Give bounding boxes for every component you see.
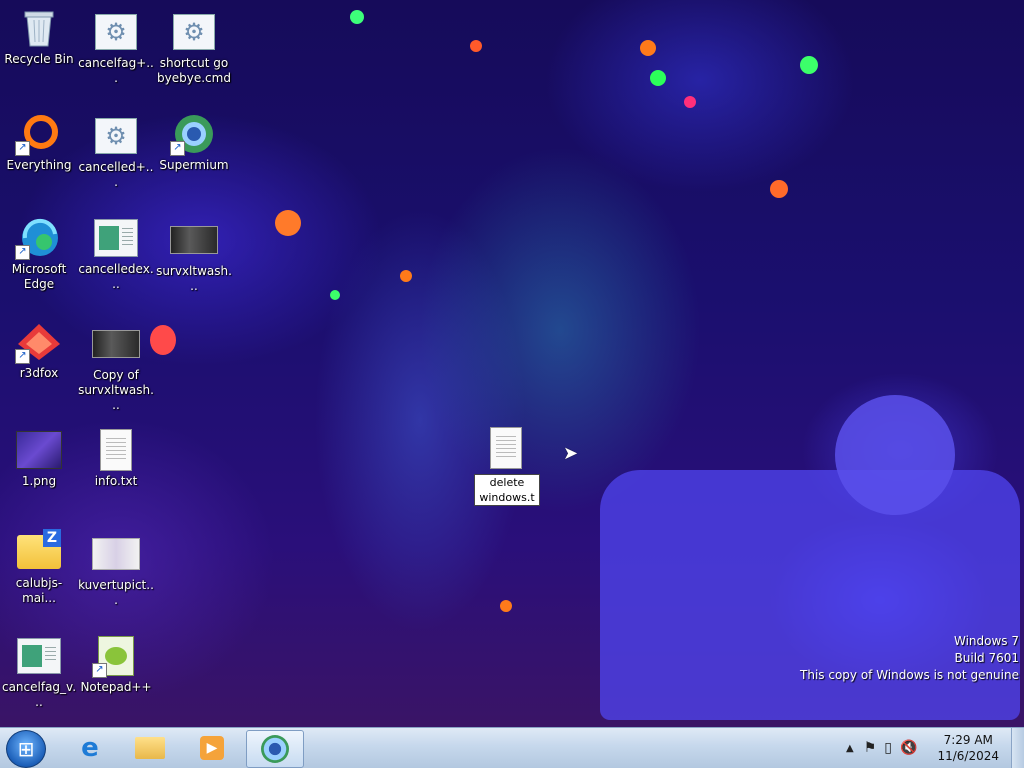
shortcut-arrow-icon: ↗ [15, 349, 30, 364]
windows-explorer-button[interactable] [122, 730, 178, 766]
show-desktop-button[interactable] [1011, 728, 1024, 768]
media-player-icon: ▶ [200, 736, 224, 760]
info-txt-label: info.txt [94, 474, 138, 488]
survxltwash-file[interactable]: survxltwash... [156, 218, 232, 294]
taskbar: ⊞ e ▶ ▲ ⚑ ▯ 🔇 7:29 AM 11/6/2024 [0, 727, 1024, 768]
clock[interactable]: 7:29 AM 11/6/2024 [937, 732, 999, 764]
shortcut-arrow-icon: ↗ [170, 141, 185, 156]
survxltwash-label: survxltwash... [156, 264, 232, 293]
wallpaper-dot [400, 270, 412, 282]
recycle-bin-label: Recycle Bin [4, 52, 74, 66]
gear-document-icon: ⚙ [92, 10, 140, 54]
image-thumbnail-icon [92, 322, 140, 366]
kuvertupict-file[interactable]: kuvertupict... [78, 532, 154, 608]
png-file-1-label: 1.png [21, 474, 57, 488]
wallpaper-dot [684, 96, 696, 108]
wallpaper-dot [650, 70, 666, 86]
cancelled-plus-label: cancelled+... [78, 160, 154, 189]
internet-explorer-icon: e [81, 733, 99, 763]
wallpaper-dot [500, 600, 512, 612]
text-file-icon [92, 428, 140, 472]
notepadpp-label: Notepad++ [80, 680, 152, 694]
gear-document-icon: ⚙ [170, 10, 218, 54]
system-tray: ▲ ⚑ ▯ 🔇 [846, 728, 917, 768]
gear-document-icon: ⚙ [92, 114, 140, 158]
r3dfox-icon: ↗ [15, 320, 63, 364]
shortcut-arrow-icon: ↗ [92, 663, 107, 678]
calubjs-label: calubjs-mai... [15, 576, 63, 605]
wallpaper-dot [770, 180, 788, 198]
clock-date: 11/6/2024 [937, 749, 999, 763]
image-thumbnail-icon [15, 428, 63, 472]
r3dfox-label: r3dfox [19, 366, 59, 380]
copy-of-survxltwash-file[interactable]: Copy of survxltwash... [78, 322, 154, 413]
shortcut-arrow-icon: ↗ [15, 141, 30, 156]
cancelfag-v-label: cancelfag_v... [1, 680, 77, 709]
microsoft-edge-label: Microsoft Edge [11, 262, 67, 291]
internet-explorer-button[interactable]: e [62, 730, 118, 766]
power-icon[interactable]: ▯ [884, 740, 892, 756]
wallpaper-dot [470, 40, 482, 52]
start-button[interactable]: ⊞ [6, 730, 46, 768]
notepadpp-icon: ↗ [92, 634, 140, 678]
wallpaper-sofa-back [835, 395, 955, 515]
png-file-1[interactable]: 1.png [1, 428, 77, 489]
genuine-watermark: Windows 7 Build 7601 This copy of Window… [800, 633, 1019, 684]
cancelfag-plus-file[interactable]: ⚙ cancelfag+... [78, 10, 154, 86]
supermium-label: Supermium [159, 158, 229, 172]
microsoft-edge-shortcut[interactable]: ↗ Microsoft Edge [1, 216, 77, 292]
text-file-icon [482, 426, 530, 470]
recycle-bin-icon [15, 6, 63, 50]
wallpaper-dot [330, 290, 340, 300]
folder-icon [135, 737, 165, 759]
notepadpp-shortcut[interactable]: ↗ Notepad++ [78, 634, 154, 695]
edge-icon: ↗ [15, 216, 63, 260]
everything-label: Everything [6, 158, 72, 172]
windows-logo-icon: ⊞ [17, 737, 35, 761]
wallpaper-dot [800, 56, 818, 74]
everything-icon: ↗ [15, 112, 63, 156]
wallpaper-dot [350, 10, 364, 24]
shortcut-gobyebye-file[interactable]: ⚙ shortcut go byebye.cmd [156, 10, 232, 86]
wallpaper-dot [275, 210, 301, 236]
clock-time: 7:29 AM [943, 733, 993, 747]
cancelfag-v-file[interactable]: cancelfag_v... [1, 634, 77, 710]
cancelled-plus-file[interactable]: ⚙ cancelled+... [78, 114, 154, 190]
watermark-line-1: Windows 7 [953, 634, 1019, 648]
renaming-file[interactable] [468, 426, 544, 472]
info-txt-file[interactable]: info.txt [78, 428, 154, 489]
action-center-flag-icon[interactable]: ⚑ [864, 740, 877, 756]
supermium-icon [261, 735, 289, 763]
everything-shortcut[interactable]: ↗ Everything [1, 112, 77, 173]
window-screenshot-icon [92, 216, 140, 260]
supermium-taskbar-button[interactable] [246, 730, 304, 768]
watermark-line-2: Build 7601 [954, 651, 1019, 665]
shortcut-gobyebye-label: shortcut go byebye.cmd [157, 56, 231, 85]
zip-folder-icon: Z [15, 529, 63, 574]
desktop[interactable]: Recycle Bin ↗ Everything ↗ Microsoft Edg… [0, 0, 1024, 728]
supermium-shortcut[interactable]: ↗ Supermium [156, 112, 232, 173]
calubjs-archive[interactable]: Z calubjs-mai... [1, 529, 77, 606]
rename-input[interactable]: delete windows.t [474, 474, 540, 506]
media-player-button[interactable]: ▶ [184, 730, 240, 766]
wallpaper-dot [640, 40, 656, 56]
supermium-icon: ↗ [170, 112, 218, 156]
show-hidden-icons-icon[interactable]: ▲ [846, 743, 854, 754]
cancelfag-plus-label: cancelfag+... [78, 56, 154, 85]
cancelledex-file[interactable]: cancelledex... [78, 216, 154, 292]
copy-of-survxltwash-label: Copy of survxltwash... [78, 368, 154, 412]
kuvertupict-label: kuvertupict... [78, 578, 154, 607]
shortcut-arrow-icon: ↗ [15, 245, 30, 260]
cancelledex-label: cancelledex... [78, 262, 154, 291]
window-screenshot-icon [15, 634, 63, 678]
recycle-bin[interactable]: Recycle Bin [1, 6, 77, 67]
mouse-cursor-icon: ➤ [563, 443, 579, 464]
volume-muted-icon[interactable]: 🔇 [900, 740, 917, 756]
image-thumbnail-icon [92, 532, 140, 576]
image-thumbnail-icon [170, 218, 218, 262]
watermark-line-3: This copy of Windows is not genuine [800, 668, 1019, 682]
r3dfox-shortcut[interactable]: ↗ r3dfox [1, 320, 77, 381]
